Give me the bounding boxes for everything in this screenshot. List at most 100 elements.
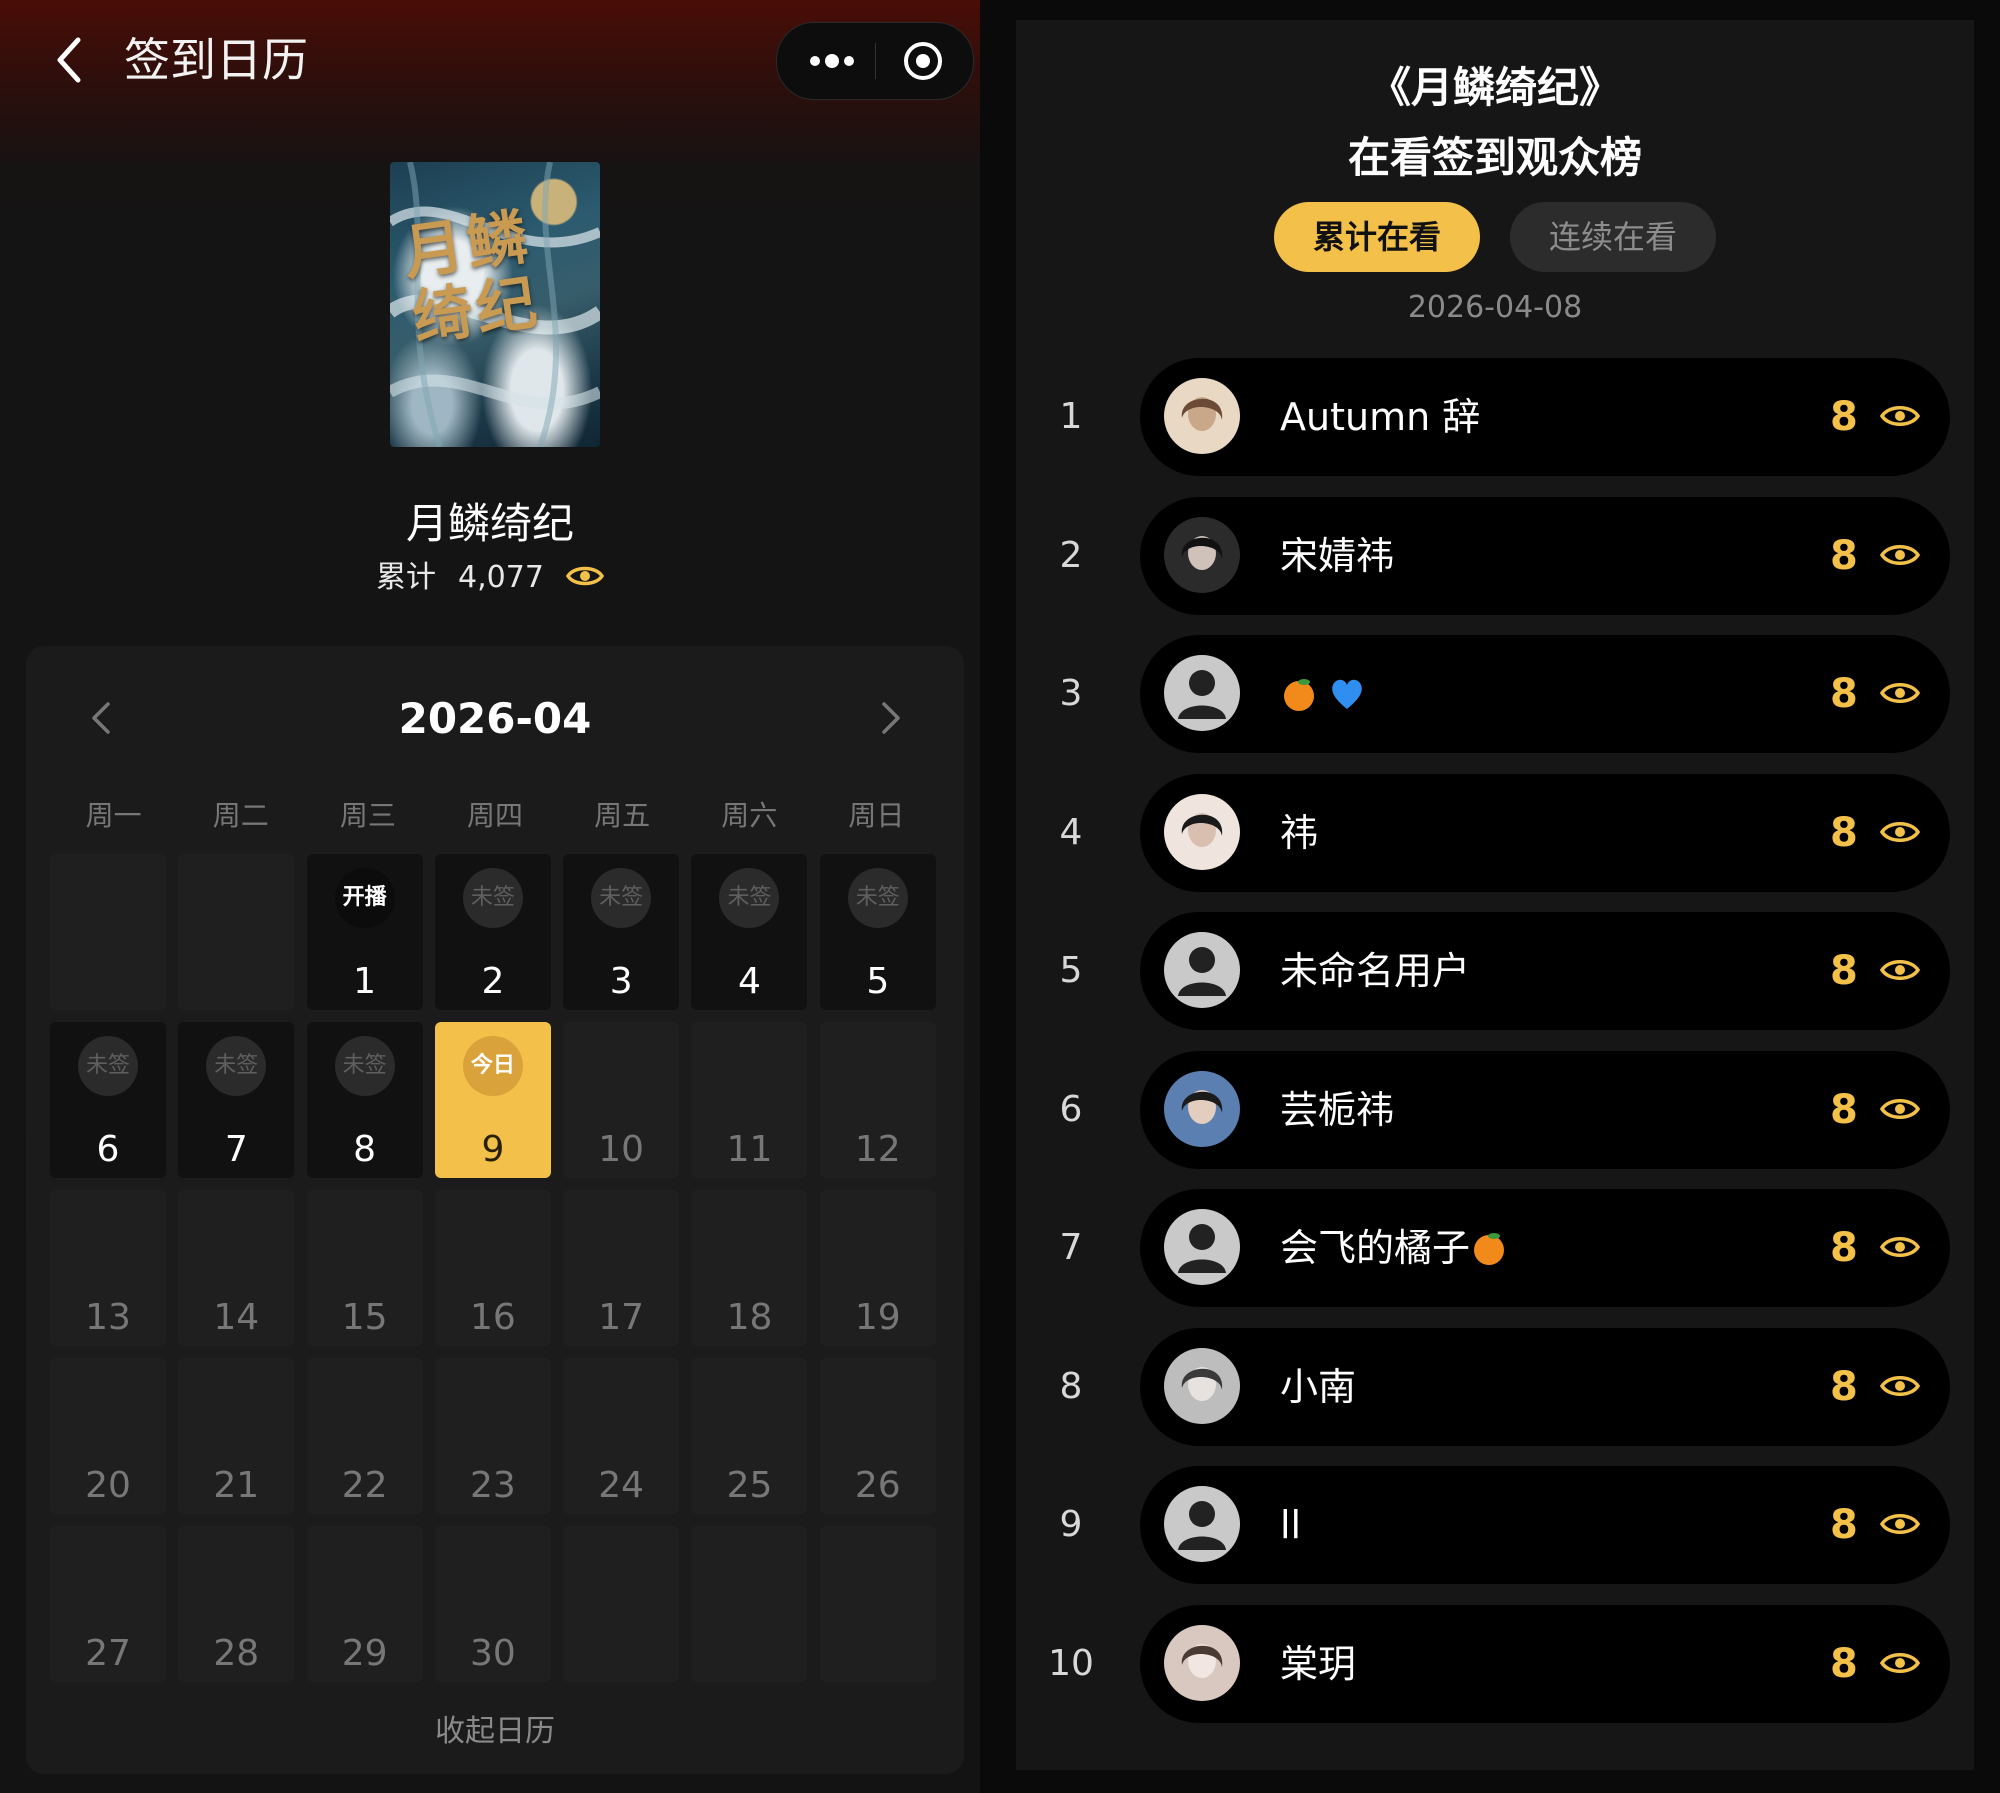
calendar-day-22[interactable]: 22 — [306, 1358, 423, 1514]
viewer-name-text: 棠玥 — [1280, 1641, 1357, 1686]
today-badge: 今日 — [462, 1036, 523, 1096]
day-number: 6 — [96, 1129, 120, 1170]
close-target-icon[interactable] — [901, 39, 945, 83]
collapse-calendar-button[interactable]: 收起日历 — [26, 1706, 964, 1750]
calendar-day-11[interactable]: 11 — [691, 1022, 808, 1178]
viewer-pill[interactable]: ll 8 — [1140, 1466, 1950, 1584]
day-number: 5 — [866, 961, 890, 1002]
avatar[interactable] — [1164, 1070, 1240, 1147]
more-options-icon[interactable] — [807, 45, 857, 77]
calendar-day-21[interactable]: 21 — [178, 1358, 295, 1514]
viewer-pill[interactable]: 祎8 — [1140, 773, 1950, 892]
tab-cumulative-watching[interactable]: 累计在看 — [1274, 202, 1480, 272]
tab-consecutive-watching[interactable]: 连续在看 — [1510, 202, 1716, 272]
calendar-day-20[interactable]: 20 — [50, 1358, 166, 1514]
viewer-pill[interactable]: 宋婧祎 8 — [1140, 496, 1950, 615]
calendar-day-29[interactable]: 29 — [306, 1526, 423, 1682]
avatar[interactable] — [1164, 1347, 1240, 1424]
calendar-day-19[interactable]: 19 — [819, 1190, 936, 1346]
back-arrow-icon[interactable] — [48, 30, 92, 90]
day-number: 11 — [726, 1129, 773, 1170]
day-number: 26 — [854, 1465, 901, 1506]
calendar-day-26[interactable]: 26 — [819, 1358, 936, 1514]
calendar-day-4[interactable]: 未签 4 — [691, 854, 808, 1010]
mini-program-capsule — [776, 22, 974, 100]
weekday-label: 周五 — [594, 799, 651, 832]
calendar-day-16[interactable]: 16 — [434, 1190, 551, 1346]
leaderboard-panel: 《月鳞绮纪》 在看签到观众榜 累计在看 连续在看 2026-04-08 1 Aut… — [1016, 20, 1974, 1770]
viewer-pill[interactable]: 棠玥 8 — [1140, 1604, 1950, 1723]
avatar[interactable] — [1164, 516, 1240, 593]
rank-number: 1 — [1059, 396, 1083, 437]
not-signed-badge: 未签 — [591, 868, 652, 928]
calendar-day-28[interactable]: 28 — [178, 1526, 295, 1682]
calendar-day-10[interactable]: 10 — [563, 1022, 680, 1178]
weekday-header: 周一 周二 周三 周四 周五 周六 周日 — [50, 794, 940, 834]
default-avatar-icon[interactable] — [1164, 1486, 1240, 1562]
avatar[interactable] — [1164, 793, 1240, 870]
calendar-day-25[interactable]: 25 — [691, 1358, 808, 1514]
viewer-pill[interactable]: 会飞的橘子 8 — [1140, 1189, 1950, 1307]
eye-icon — [1880, 683, 1920, 703]
day-number: 17 — [598, 1297, 645, 1338]
avatar[interactable] — [1164, 1624, 1240, 1701]
calendar-day-5[interactable]: 未签 5 — [819, 854, 936, 1010]
leaderboard-row: 10 棠玥 8 — [1016, 1604, 1974, 1723]
next-month-chevron-icon[interactable] — [876, 696, 906, 740]
eye-icon — [1880, 406, 1920, 426]
eye-icon — [1880, 1098, 1920, 1119]
viewer-name — [1280, 635, 1376, 753]
calendar-day-17[interactable]: 17 — [563, 1190, 680, 1346]
watch-count: 8 — [1830, 1086, 1858, 1133]
viewer-name-text: ll — [1280, 1503, 1302, 1547]
viewer-pill[interactable]: 小南 8 — [1140, 1327, 1950, 1446]
day-number: 4 — [738, 961, 761, 1002]
calendar-day-23[interactable]: 23 — [434, 1358, 551, 1514]
watch-count: 8 — [1830, 532, 1858, 579]
calendar-day-7[interactable]: 未签 7 — [178, 1022, 295, 1178]
calendar-day-2[interactable]: 未签 2 — [434, 854, 551, 1010]
calendar-day-8[interactable]: 未签 8 — [306, 1022, 423, 1178]
calendar-day-14[interactable]: 14 — [178, 1190, 295, 1346]
avatar[interactable] — [1164, 378, 1240, 454]
viewer-pill[interactable]: 未命名用户 8 — [1140, 912, 1950, 1030]
calendar-month: 2026-04 — [398, 694, 592, 743]
not-signed-badge: 未签 — [462, 868, 523, 928]
cumulative-stats: 累计 4,077 — [0, 552, 980, 596]
calendar-day-30[interactable]: 30 — [434, 1526, 551, 1682]
orange-emoji-icon — [1474, 1232, 1505, 1265]
calendar-day-9[interactable]: 今日 9 — [434, 1022, 551, 1178]
viewer-name: 棠玥 — [1280, 1605, 1356, 1723]
calendar-day-1[interactable]: 开播 1 — [306, 854, 423, 1010]
day-number: 9 — [481, 1129, 505, 1170]
viewer-pill[interactable]: 芸栀祎 8 — [1140, 1050, 1950, 1169]
default-avatar-icon[interactable] — [1164, 932, 1240, 1008]
default-avatar-icon[interactable] — [1164, 655, 1240, 731]
calendar-day-24[interactable]: 24 — [563, 1358, 680, 1514]
page-title: 签到日历 — [124, 33, 308, 87]
rank-number: 2 — [1059, 534, 1083, 576]
day-number: 20 — [85, 1465, 131, 1506]
calendar-day-12[interactable]: 12 — [819, 1022, 936, 1178]
watch-count: 8 — [1830, 1502, 1858, 1548]
calendar-day-13[interactable]: 13 — [50, 1190, 166, 1346]
viewer-pill[interactable]: 8 — [1140, 635, 1950, 753]
leaderboard-row: 5 未命名用户 8 — [1016, 912, 1974, 1030]
viewer-name: 小南 — [1280, 1328, 1356, 1446]
cumulative-label: 累计 — [376, 560, 437, 595]
weekday-label: 周三 — [339, 799, 396, 832]
show-title: 月鳞绮纪 — [405, 499, 574, 548]
calendar-day-27[interactable]: 27 — [50, 1526, 166, 1682]
not-signed-badge: 未签 — [719, 868, 780, 928]
viewer-name-text: 宋婧祎 — [1280, 533, 1395, 578]
default-avatar-icon[interactable] — [1164, 1209, 1240, 1285]
calendar-day-3[interactable]: 未签 3 — [563, 854, 680, 1010]
rank-number: 8 — [1059, 1365, 1083, 1407]
day-number: 8 — [353, 1129, 377, 1170]
calendar-day-6[interactable]: 未签 6 — [50, 1022, 166, 1178]
viewer-pill[interactable]: Autumn 辞 8 — [1140, 358, 1950, 476]
calendar-day-18[interactable]: 18 — [691, 1190, 808, 1346]
viewer-name: 未命名用户 — [1280, 912, 1470, 1030]
watch-count: 8 — [1830, 948, 1858, 994]
calendar-day-15[interactable]: 15 — [306, 1190, 423, 1346]
